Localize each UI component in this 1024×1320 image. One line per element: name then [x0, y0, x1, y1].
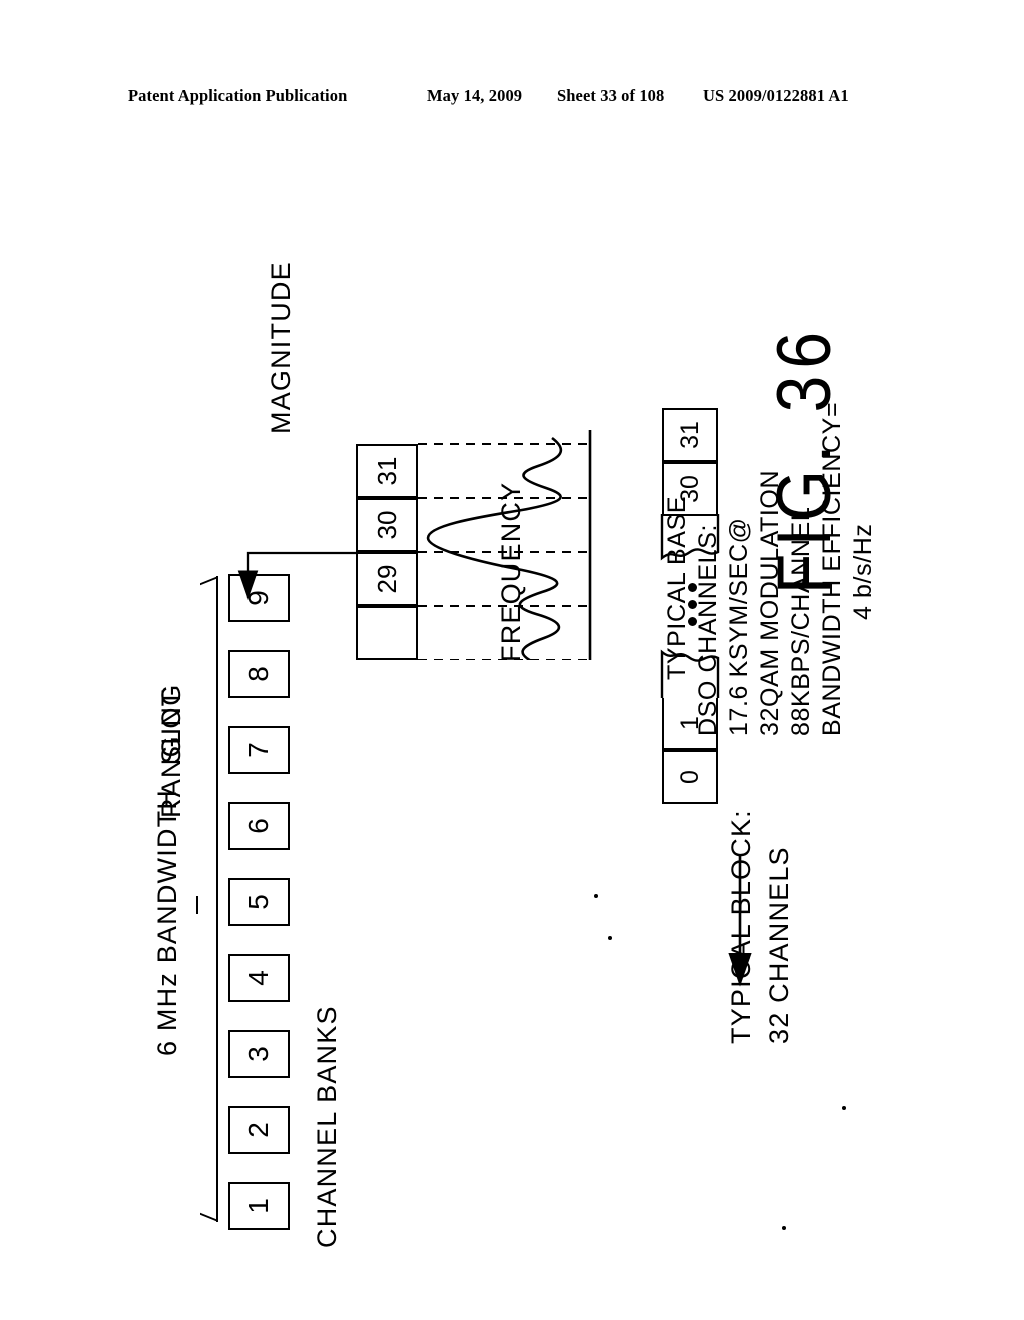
- typical-block-label-line1: TYPICAL BLOCK:: [726, 809, 756, 1044]
- patent-number: US 2009/0122881 A1: [703, 86, 849, 105]
- spectrum-box: 29: [356, 552, 418, 606]
- spectrum-channel-boxes: 29 30 31: [356, 444, 418, 660]
- spectrum-box-empty: [356, 606, 418, 660]
- spectrum-curve: [426, 436, 563, 660]
- spec-line: 17.6 KSYM/SEC@: [725, 517, 753, 736]
- channel-bank-box: 7: [228, 726, 290, 774]
- spec-line: 4 b/s/Hz: [849, 523, 877, 621]
- channel-bank-box: 2: [228, 1106, 290, 1154]
- scan-speck: [594, 894, 598, 898]
- channel-banks-row: 1 2 3 4 5 6 7 8 9: [228, 570, 290, 1230]
- channel-bank-box: 8: [228, 650, 290, 698]
- bandwidth-label: 6 MHz BANDWIDTH: [152, 789, 182, 1056]
- bandwidth-brace: [190, 568, 220, 1230]
- scan-speck: [608, 936, 612, 940]
- spec-line: DSO CHANNELS:: [694, 523, 722, 736]
- channel-bank-box: 5: [228, 878, 290, 926]
- channel-bank-box: 3: [228, 1030, 290, 1078]
- spectrum-box: 30: [356, 498, 418, 552]
- page-header: Patent Application Publication May 14, 2…: [128, 86, 896, 112]
- channel-bank-box: 6: [228, 802, 290, 850]
- scan-speck: [842, 1106, 846, 1110]
- block-channel-box: 0: [662, 750, 718, 804]
- typical-block-label-line2: 32 CHANNELS: [764, 846, 794, 1044]
- channel-banks-label: CHANNEL BANKS: [312, 1005, 342, 1248]
- publication-label: Patent Application Publication: [128, 86, 348, 105]
- publication-date: May 14, 2009: [427, 86, 523, 105]
- channel-bank-box: 1: [228, 1182, 290, 1230]
- patent-figure: 6 MHz BANDWIDTH 1 2 3 4 5 6 7 8 9 CHANNE…: [142, 210, 882, 1270]
- scan-speck: [782, 1226, 786, 1230]
- figure-caption: FIG. 36: [761, 324, 847, 594]
- spectrum-box: 31: [356, 444, 418, 498]
- frequency-axis-label: FREQUENCY: [496, 481, 526, 662]
- channel-bank-box: 9: [228, 574, 290, 622]
- ranging-slot-label-line2: SLOT: [156, 688, 186, 764]
- spec-line: TYPICAL BASE: [663, 495, 691, 680]
- sheet-number: Sheet 33 of 108: [557, 86, 665, 105]
- channel-bank-box: 4: [228, 954, 290, 1002]
- magnitude-axis-label: MAGNITUDE: [266, 261, 296, 434]
